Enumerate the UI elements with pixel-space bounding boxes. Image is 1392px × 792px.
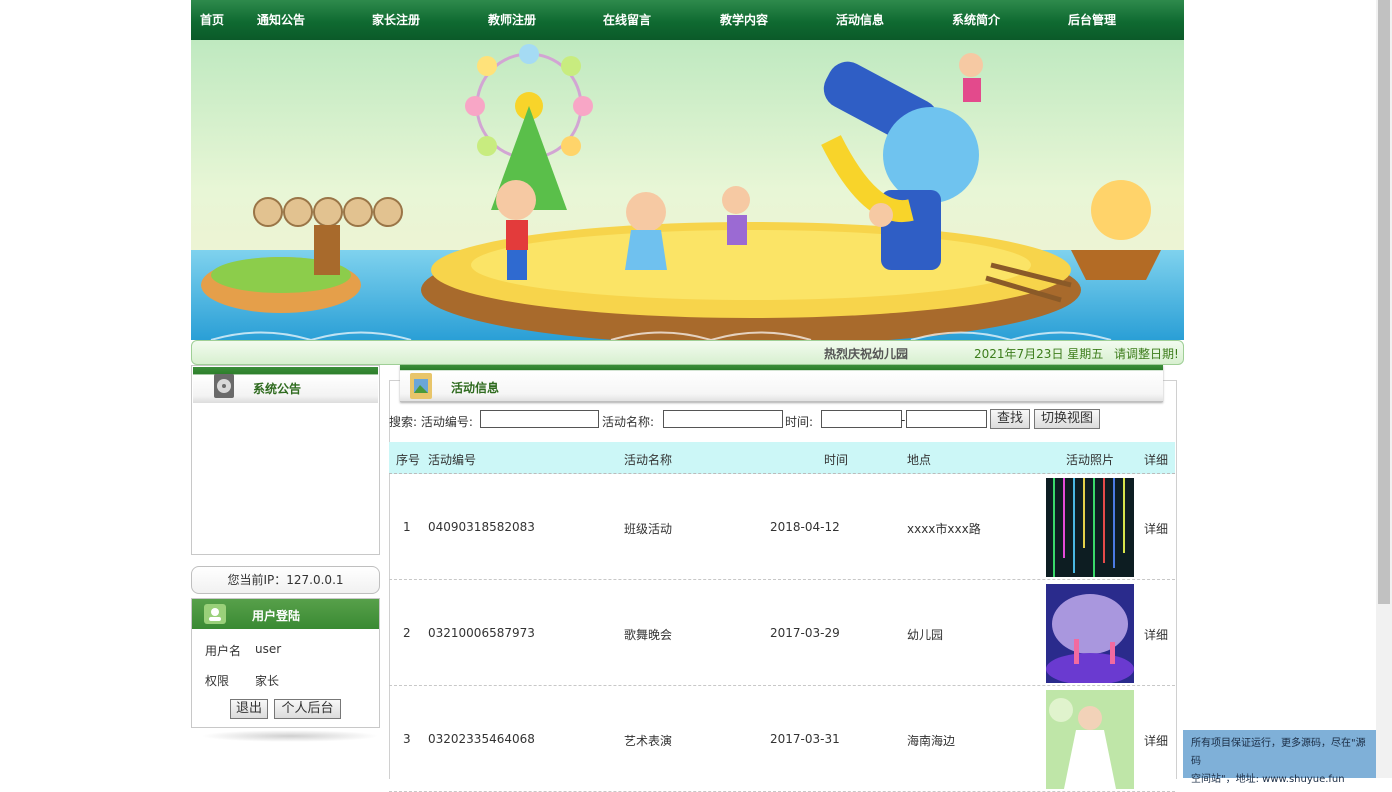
row-name: 班级活动 bbox=[624, 522, 673, 536]
ip-display: 您当前IP：127.0.0.1 bbox=[191, 566, 380, 594]
source-code-note: 所有项目保证运行，更多源码，尽在"源码 空间站"，地址: www.shuyue.… bbox=[1183, 730, 1381, 785]
username-row: 用户名 user bbox=[205, 642, 281, 659]
notice-panel-title: 系统公告 bbox=[253, 382, 302, 396]
notice-panel-header: 系统公告 bbox=[193, 367, 378, 403]
content-title: 活动信息 bbox=[451, 381, 500, 395]
activity-name-input[interactable] bbox=[663, 410, 783, 428]
login-panel-title: 用户登陆 bbox=[252, 609, 301, 623]
date-hint: 请调整日期! bbox=[1114, 347, 1179, 361]
row-name: 艺术表演 bbox=[624, 734, 673, 748]
row-code: 03210006587973 bbox=[428, 626, 535, 640]
content-header: 活动信息 bbox=[400, 365, 1163, 402]
row-detail-link[interactable]: 详细 bbox=[1144, 626, 1168, 643]
table-row: 1 04090318582083 班级活动 2018-04-12 xxxx市xx… bbox=[389, 474, 1175, 580]
time-range-dash: - bbox=[901, 413, 906, 427]
banner-image bbox=[191, 40, 1184, 340]
current-date: 2021年7月23日 星期五 bbox=[974, 347, 1104, 361]
switch-view-button[interactable]: 切换视图 bbox=[1034, 409, 1100, 429]
nav-teaching[interactable]: 教学内容 bbox=[720, 11, 768, 28]
nav-home[interactable]: 首页 bbox=[200, 11, 224, 28]
nav-activities[interactable]: 活动信息 bbox=[836, 11, 884, 28]
search-bar: 搜索: 活动编号: 活动名称: 时间: - 查找 切换视图 bbox=[389, 408, 1179, 432]
note-line-2: 空间站"，地址: www.shuyue.fun bbox=[1191, 774, 1345, 785]
scrollbar-thumb[interactable] bbox=[1378, 0, 1390, 604]
row-place: 幼儿园 bbox=[907, 628, 944, 642]
time-end-input[interactable] bbox=[906, 410, 987, 428]
role-label: 权限 bbox=[205, 674, 230, 688]
nav-teacher-register[interactable]: 教师注册 bbox=[488, 11, 536, 28]
search-name-label: 活动名称: bbox=[602, 415, 655, 429]
page: 首页 通知公告 家长注册 教师注册 在线留言 教学内容 活动信息 系统简介 后台… bbox=[191, 0, 1184, 792]
username-value: user bbox=[255, 642, 282, 656]
table-row: 2 03210006587973 歌舞晚会 2017-03-29 幼儿园 详细 bbox=[389, 580, 1175, 686]
nav-message[interactable]: 在线留言 bbox=[603, 11, 651, 28]
nav-about[interactable]: 系统简介 bbox=[952, 11, 1000, 28]
activity-code-input[interactable] bbox=[480, 410, 599, 428]
col-time: 时间 bbox=[824, 453, 849, 467]
row-index: 2 bbox=[403, 626, 411, 640]
col-photo: 活动照片 bbox=[1066, 453, 1115, 467]
table-header: 序号 活动编号 活动名称 时间 地点 活动照片 详细 bbox=[389, 442, 1175, 474]
username-label: 用户名 bbox=[205, 644, 242, 658]
search-time-label: 时间: bbox=[785, 415, 814, 429]
login-panel-header: 用户登陆 bbox=[192, 599, 379, 629]
row-index: 1 bbox=[403, 520, 411, 534]
note-line-1: 所有项目保证运行，更多源码，尽在"源码 bbox=[1191, 738, 1366, 767]
activity-photo[interactable] bbox=[1046, 478, 1134, 577]
col-detail: 详细 bbox=[1144, 453, 1169, 467]
col-index: 序号 bbox=[396, 453, 421, 467]
col-name: 活动名称 bbox=[624, 453, 673, 467]
top-nav: 首页 通知公告 家长注册 教师注册 在线留言 教学内容 活动信息 系统简介 后台… bbox=[191, 0, 1184, 40]
col-place: 地点 bbox=[907, 453, 932, 467]
row-place: xxxx市xxx路 bbox=[907, 522, 981, 536]
time-start-input[interactable] bbox=[821, 410, 902, 428]
col-code: 活动编号 bbox=[428, 453, 477, 467]
nav-parent-register[interactable]: 家长注册 bbox=[372, 11, 420, 28]
nav-notices[interactable]: 通知公告 bbox=[257, 11, 305, 28]
activity-photo[interactable] bbox=[1046, 584, 1134, 683]
row-time: 2018-04-12 bbox=[770, 520, 840, 534]
row-detail-link[interactable]: 详细 bbox=[1144, 520, 1168, 537]
row-name: 歌舞晚会 bbox=[624, 628, 673, 642]
row-code: 03202335464068 bbox=[428, 732, 535, 746]
row-time: 2017-03-29 bbox=[770, 626, 840, 640]
notice-panel: 系统公告 bbox=[191, 365, 380, 555]
cd-icon bbox=[214, 374, 234, 398]
nav-admin[interactable]: 后台管理 bbox=[1068, 11, 1116, 28]
page-scrollbar[interactable] bbox=[1376, 0, 1392, 778]
login-panel: 用户登陆 用户名 user 权限 家长 退出 个人后台 bbox=[191, 598, 380, 728]
marquee-bar: 热烈庆祝幼儿园 2021年7月23日 星期五 请调整日期! bbox=[191, 340, 1184, 365]
user-card-icon bbox=[204, 604, 226, 624]
role-value: 家长 bbox=[255, 674, 280, 688]
row-detail-link[interactable]: 详细 bbox=[1144, 732, 1168, 749]
row-index: 3 bbox=[403, 732, 411, 746]
row-place: 海南海边 bbox=[907, 734, 956, 748]
activity-photo[interactable] bbox=[1046, 690, 1134, 789]
logout-button[interactable]: 退出 bbox=[230, 699, 268, 719]
role-row: 权限 家长 bbox=[205, 672, 279, 689]
personal-backend-button[interactable]: 个人后台 bbox=[274, 699, 341, 719]
marquee-message: 热烈庆祝幼儿园 bbox=[824, 347, 909, 361]
table-row: 3 03202335464068 艺术表演 2017-03-31 海南海边 详细 bbox=[389, 686, 1175, 792]
row-time: 2017-03-31 bbox=[770, 732, 840, 746]
photo-frame-icon bbox=[410, 373, 432, 399]
row-code: 04090318582083 bbox=[428, 520, 535, 534]
search-code-label: 搜索: 活动编号: bbox=[389, 415, 473, 429]
find-button[interactable]: 查找 bbox=[990, 409, 1030, 429]
panel-shadow bbox=[201, 730, 379, 742]
